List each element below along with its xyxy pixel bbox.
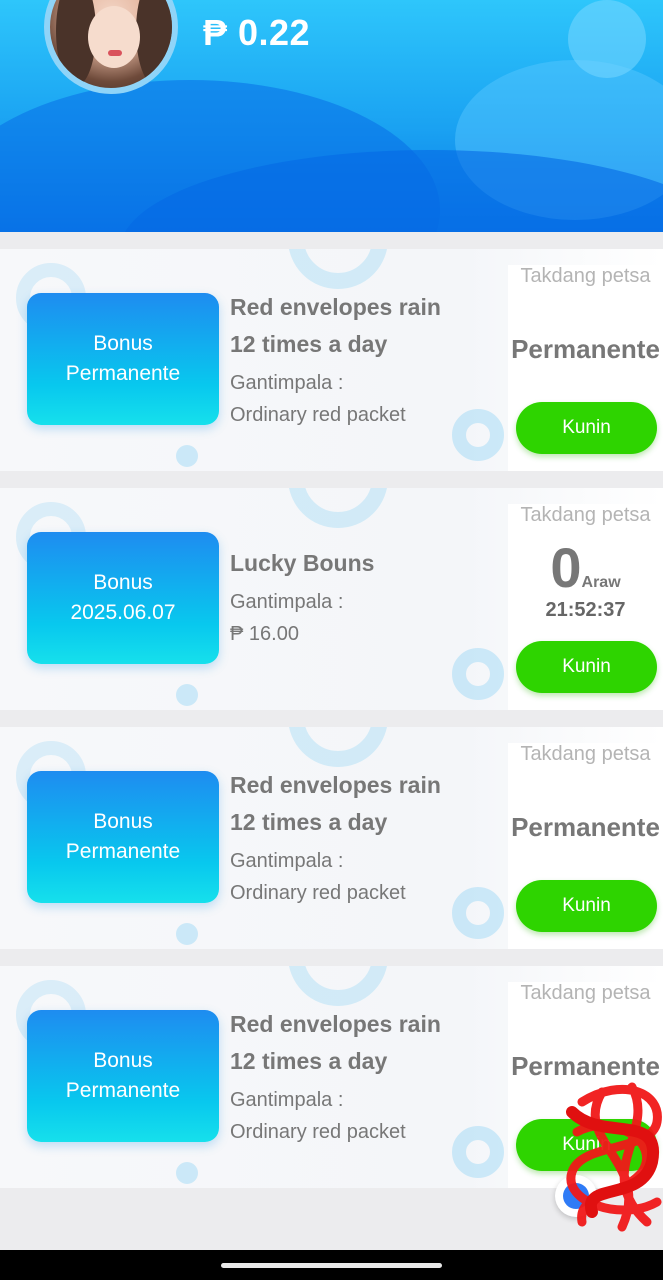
bonus-title-line2: 12 times a day <box>230 331 388 357</box>
deadline-value: Permanente <box>511 1051 660 1081</box>
deadline-value: Permanente <box>511 812 660 842</box>
deadline-value: Permanente <box>511 334 660 364</box>
deadline-label: Takdang petsa <box>520 265 651 287</box>
badge-sublabel: Permanente <box>65 1079 181 1102</box>
badge-sublabel: Permanente <box>65 362 181 385</box>
bonus-info: Lucky Bouns Gantimpala : ₱ 16.00 <box>230 545 500 650</box>
badge-sublabel: Permanente <box>65 840 181 863</box>
reward-label: Gantimpala : <box>230 850 344 872</box>
countdown-days: 0Araw <box>508 540 663 596</box>
badge-date: 2025.06.07 <box>70 601 176 624</box>
bonus-badge: Bonus Permanente <box>27 1010 219 1142</box>
home-indicator[interactable] <box>221 1263 442 1268</box>
deadline-label: Takdang petsa <box>520 982 651 1004</box>
deadline-panel: Takdang petsa Permanente Kunin <box>508 265 663 471</box>
bonus-card: Bonus Permanente Red envelopes rain 12 t… <box>0 727 663 949</box>
bonus-info: Red envelopes rain 12 times a day Gantim… <box>230 289 500 431</box>
badge-label: Bonus <box>93 571 153 594</box>
claim-button[interactable]: Kunin <box>516 880 657 932</box>
deadline-panel: Takdang petsa Permanente Kunin <box>508 743 663 949</box>
header-bubble-decoration <box>568 0 646 78</box>
bonus-info: Red envelopes rain 12 times a day Gantim… <box>230 767 500 909</box>
claim-button[interactable]: Kunin <box>516 641 657 693</box>
bonus-title: Red envelopes rain <box>230 772 441 798</box>
bonus-badge: Bonus Permanente <box>27 771 219 903</box>
countdown-days-number: 0 <box>550 536 582 599</box>
header-banner: ₱ 0.22 <box>0 0 663 232</box>
badge-label: Bonus <box>93 810 153 833</box>
bonus-title: Red envelopes rain <box>230 1011 441 1037</box>
countdown-time: 21:52:37 <box>545 599 626 621</box>
reward-value: Ordinary red packet <box>230 1121 406 1143</box>
deadline-label: Takdang petsa <box>520 743 651 765</box>
deadline-label: Takdang petsa <box>520 504 651 526</box>
reward-label: Gantimpala : <box>230 591 344 613</box>
bonus-title: Red envelopes rain <box>230 294 441 320</box>
badge-label: Bonus <box>93 1049 153 1072</box>
badge-label: Bonus <box>93 332 153 355</box>
bonus-title: Lucky Bouns <box>230 550 375 576</box>
bonus-title-line2: 12 times a day <box>230 1048 388 1074</box>
bonus-title-line2: 12 times a day <box>230 809 388 835</box>
balance-amount: ₱ 0.22 <box>203 12 311 53</box>
reward-value: Ordinary red packet <box>230 882 406 904</box>
reward-label: Gantimpala : <box>230 372 344 394</box>
avatar[interactable] <box>44 0 178 94</box>
redaction-scribble <box>566 1082 662 1232</box>
system-nav-bar <box>0 1250 663 1280</box>
bonus-badge: Bonus Permanente <box>27 293 219 425</box>
bonus-card: Bonus 2025.06.07 Lucky Bouns Gantimpala … <box>0 488 663 710</box>
bonus-badge: Bonus 2025.06.07 <box>27 532 219 664</box>
countdown-days-unit: Araw <box>581 574 621 591</box>
reward-value: ₱ 16.00 <box>230 623 299 645</box>
bonus-info: Red envelopes rain 12 times a day Gantim… <box>230 1006 500 1148</box>
reward-value: Ordinary red packet <box>230 404 406 426</box>
claim-button[interactable]: Kunin <box>516 402 657 454</box>
bonus-card: Bonus Permanente Red envelopes rain 12 t… <box>0 249 663 471</box>
reward-label: Gantimpala : <box>230 1089 344 1111</box>
deadline-panel: Takdang petsa 0Araw 21:52:37 Kunin <box>508 504 663 710</box>
